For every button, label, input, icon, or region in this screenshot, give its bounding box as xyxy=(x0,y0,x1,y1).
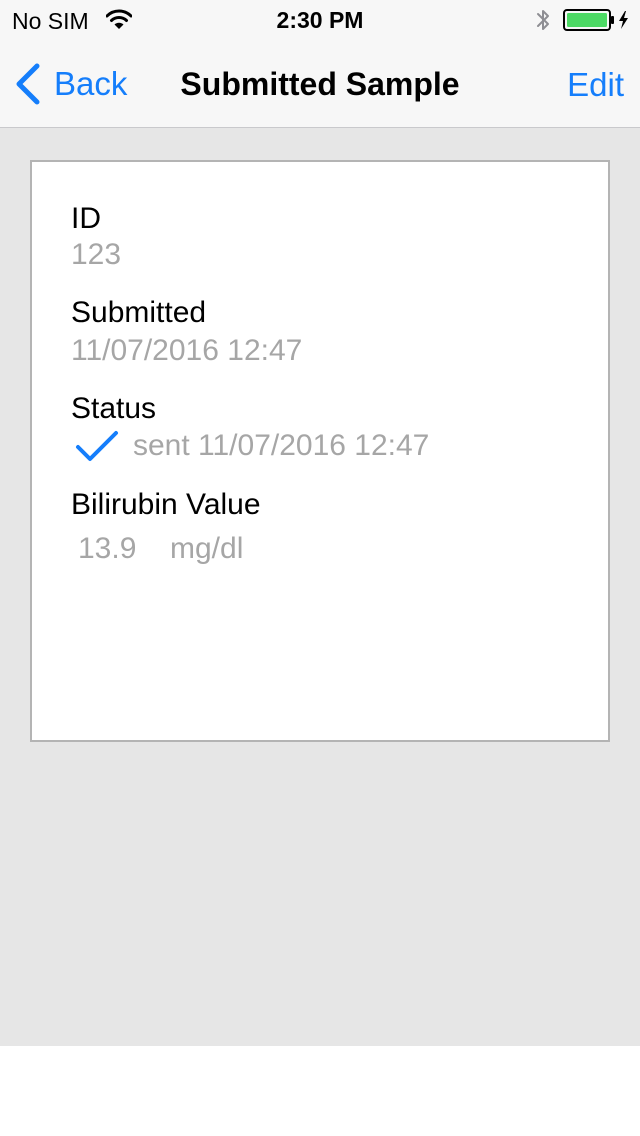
bilirubin-label: Bilirubin Value xyxy=(71,488,261,521)
content-area: ID 123 Submitted 11/07/2016 12:47 Status… xyxy=(0,128,640,1046)
back-button[interactable]: Back xyxy=(14,62,127,106)
bilirubin-value: 13.9 xyxy=(78,532,137,565)
bilirubin-unit: mg/dl xyxy=(170,532,244,565)
status-bar: No SIM 2:30 PM xyxy=(0,0,640,40)
id-label: ID xyxy=(71,202,101,235)
checkmark-icon xyxy=(76,431,118,461)
submitted-value: 11/07/2016 12:47 xyxy=(71,334,303,367)
bluetooth-icon xyxy=(537,10,549,30)
back-button-label: Back xyxy=(54,65,128,102)
chevron-left-icon xyxy=(16,63,40,105)
submitted-label: Submitted xyxy=(71,296,207,329)
battery-icon xyxy=(563,9,628,31)
sample-detail-card: ID 123 Submitted 11/07/2016 12:47 Status… xyxy=(30,160,610,742)
edit-button[interactable]: Edit xyxy=(567,66,624,104)
navigation-bar: Back Submitted Sample Edit xyxy=(0,40,640,128)
bottom-area xyxy=(0,1046,640,1136)
status-value: sent 11/07/2016 12:47 xyxy=(133,429,430,462)
id-value: 123 xyxy=(71,238,122,271)
status-label: Status xyxy=(71,392,157,425)
top-bar: No SIM 2:30 PM Back Submitted Sample Edi… xyxy=(0,0,640,128)
